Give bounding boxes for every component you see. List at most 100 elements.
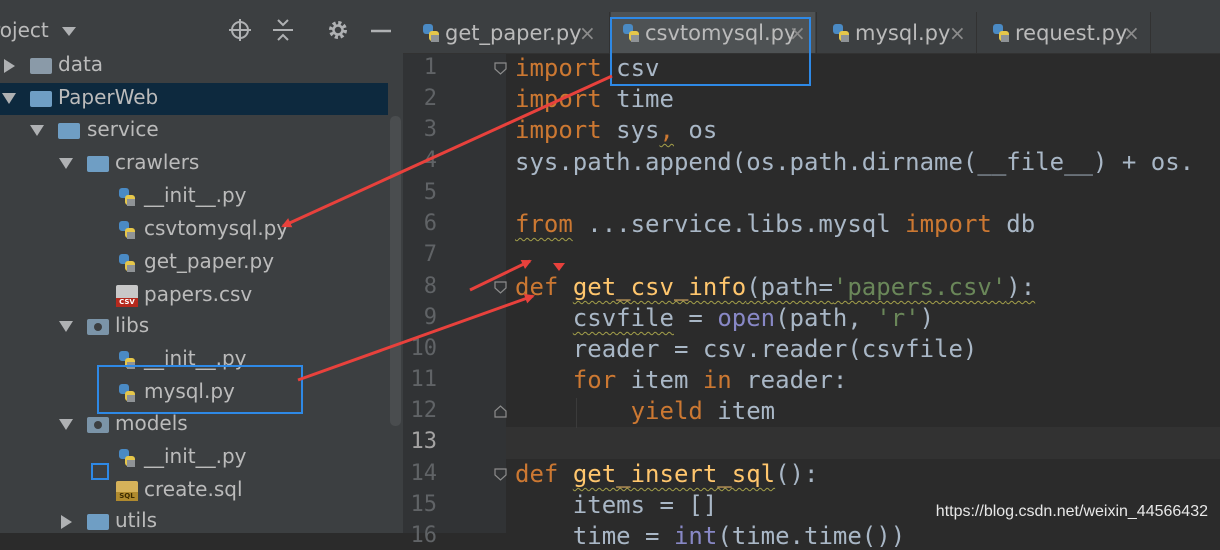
tree-item-utils[interactable]: utils <box>0 506 388 533</box>
tab-label: request.py <box>1015 21 1128 45</box>
keyword: from <box>515 210 573 238</box>
code-line-4: sys.path.append(os.path.dirname(__file__… <box>515 148 1194 176</box>
code-line-9: csvfile = open(path, 'r') <box>515 304 934 332</box>
code-line-8: def get_csv_info(path='papers.csv'): <box>515 273 1035 301</box>
code-token: csvfile <box>572 304 674 332</box>
keyword: import <box>515 85 602 113</box>
collapse-arrow-icon[interactable] <box>30 125 44 136</box>
tab-mysql[interactable]: mysql.py × <box>823 12 973 53</box>
tree-item-data[interactable]: data <box>0 50 388 82</box>
minimize-icon[interactable] <box>369 18 393 42</box>
folder-icon <box>58 123 80 139</box>
tree-item-label: utils <box>115 508 158 532</box>
tree-item-get-paper[interactable]: get_paper.py <box>0 247 388 279</box>
string-literal: 'r' <box>876 304 920 332</box>
tree-item-crawlers[interactable]: crawlers <box>0 148 388 180</box>
code-token: (): <box>775 460 819 488</box>
close-icon[interactable]: × <box>579 21 596 45</box>
code-token: reader: <box>731 366 848 394</box>
tree-item-label: service <box>87 117 159 141</box>
python-file-icon <box>119 221 135 239</box>
code-line-11: for item in reader: <box>515 366 848 394</box>
project-view-selector[interactable]: roject <box>0 18 49 42</box>
folder-icon <box>30 58 52 74</box>
annotation-box-small <box>91 463 109 480</box>
tree-item-service[interactable]: service <box>0 115 388 147</box>
collapse-arrow-icon[interactable] <box>59 158 73 169</box>
code-line-3: import sys, os <box>515 116 717 144</box>
keyword: for <box>572 366 617 394</box>
function-name: get_csv_info <box>572 273 747 301</box>
fold-marker-icon[interactable] <box>494 62 507 75</box>
tab-get-paper[interactable]: get_paper.py × <box>417 12 607 53</box>
code-token: = <box>673 304 718 332</box>
python-file-icon <box>119 254 135 272</box>
tree-item-crawlers-init[interactable]: __init__.py <box>0 181 388 213</box>
code-token: time = <box>515 522 674 550</box>
code-line-2: import time <box>515 85 674 113</box>
tree-item-csvtomysql[interactable]: csvtomysql.py <box>0 214 388 246</box>
collapse-arrow-icon[interactable] <box>2 93 16 104</box>
code-token: os <box>673 116 718 144</box>
tree-item-label: papers.csv <box>144 282 253 306</box>
keyword: def <box>515 460 559 488</box>
watermark: https://blog.csdn.net/weixin_44566432 <box>933 503 1210 521</box>
code-token: , <box>659 116 674 144</box>
tab-divider <box>976 12 977 53</box>
project-scrollbar[interactable] <box>388 80 403 533</box>
sql-file-icon: SQL <box>116 481 138 501</box>
line-number: 14 <box>410 461 438 486</box>
folder-icon <box>87 514 109 530</box>
keyword: yield <box>630 397 703 425</box>
line-number: 5 <box>423 180 437 205</box>
code-token: sys <box>601 116 660 144</box>
code-token: (time.time()) <box>717 522 906 550</box>
tab-divider <box>1150 12 1151 53</box>
scrollbar-thumb[interactable] <box>390 116 401 426</box>
line-number: 15 <box>410 492 438 517</box>
code-line-6: from ...service.libs.mysql import db <box>515 210 1035 238</box>
csv-file-icon: CSV <box>116 285 138 307</box>
fold-end-marker-icon[interactable] <box>494 405 507 418</box>
folder-icon <box>30 91 52 107</box>
code-token: item <box>616 366 703 394</box>
collapse-all-icon[interactable] <box>271 18 295 42</box>
tree-item-label: create.sql <box>144 477 243 501</box>
project-panel-header: roject <box>0 0 403 48</box>
close-icon[interactable]: × <box>949 21 966 45</box>
builtin: int <box>673 522 718 550</box>
gear-icon[interactable] <box>326 18 350 42</box>
tree-item-label: csvtomysql.py <box>144 216 289 240</box>
tab-request[interactable]: request.py × <box>983 12 1148 53</box>
tree-item-label: libs <box>115 313 150 337</box>
builtin: open <box>717 304 776 332</box>
fold-marker-icon[interactable] <box>494 468 507 481</box>
python-file-icon <box>119 188 135 206</box>
current-line-highlight <box>506 427 1220 459</box>
tree-item-label: get_paper.py <box>144 249 275 273</box>
tree-item-create-sql[interactable]: SQL create.sql <box>0 475 388 507</box>
close-icon[interactable]: × <box>1123 21 1140 45</box>
code-token: ...service.libs.mysql <box>572 210 906 238</box>
collapse-arrow-icon[interactable] <box>59 321 73 332</box>
tree-item-label: crawlers <box>115 150 200 174</box>
tree-item-models-init[interactable]: __init__.py <box>0 442 388 474</box>
collapse-arrow-icon[interactable] <box>59 419 73 430</box>
keyword: in <box>702 366 732 394</box>
tree-item-label: __init__.py <box>144 444 247 468</box>
expand-arrow-icon[interactable] <box>61 515 72 529</box>
tree-item-paperweb[interactable]: PaperWeb <box>0 83 388 115</box>
code-token: items = [] <box>515 491 718 519</box>
line-number: 2 <box>423 86 437 111</box>
chevron-down-icon[interactable] <box>62 27 76 36</box>
tree-item-libs[interactable]: libs <box>0 311 388 343</box>
fold-marker-icon[interactable] <box>494 281 507 294</box>
expand-arrow-icon[interactable] <box>4 59 15 73</box>
locate-file-icon[interactable] <box>228 18 252 42</box>
tree-item-papers-csv[interactable]: CSV papers.csv <box>0 280 388 312</box>
